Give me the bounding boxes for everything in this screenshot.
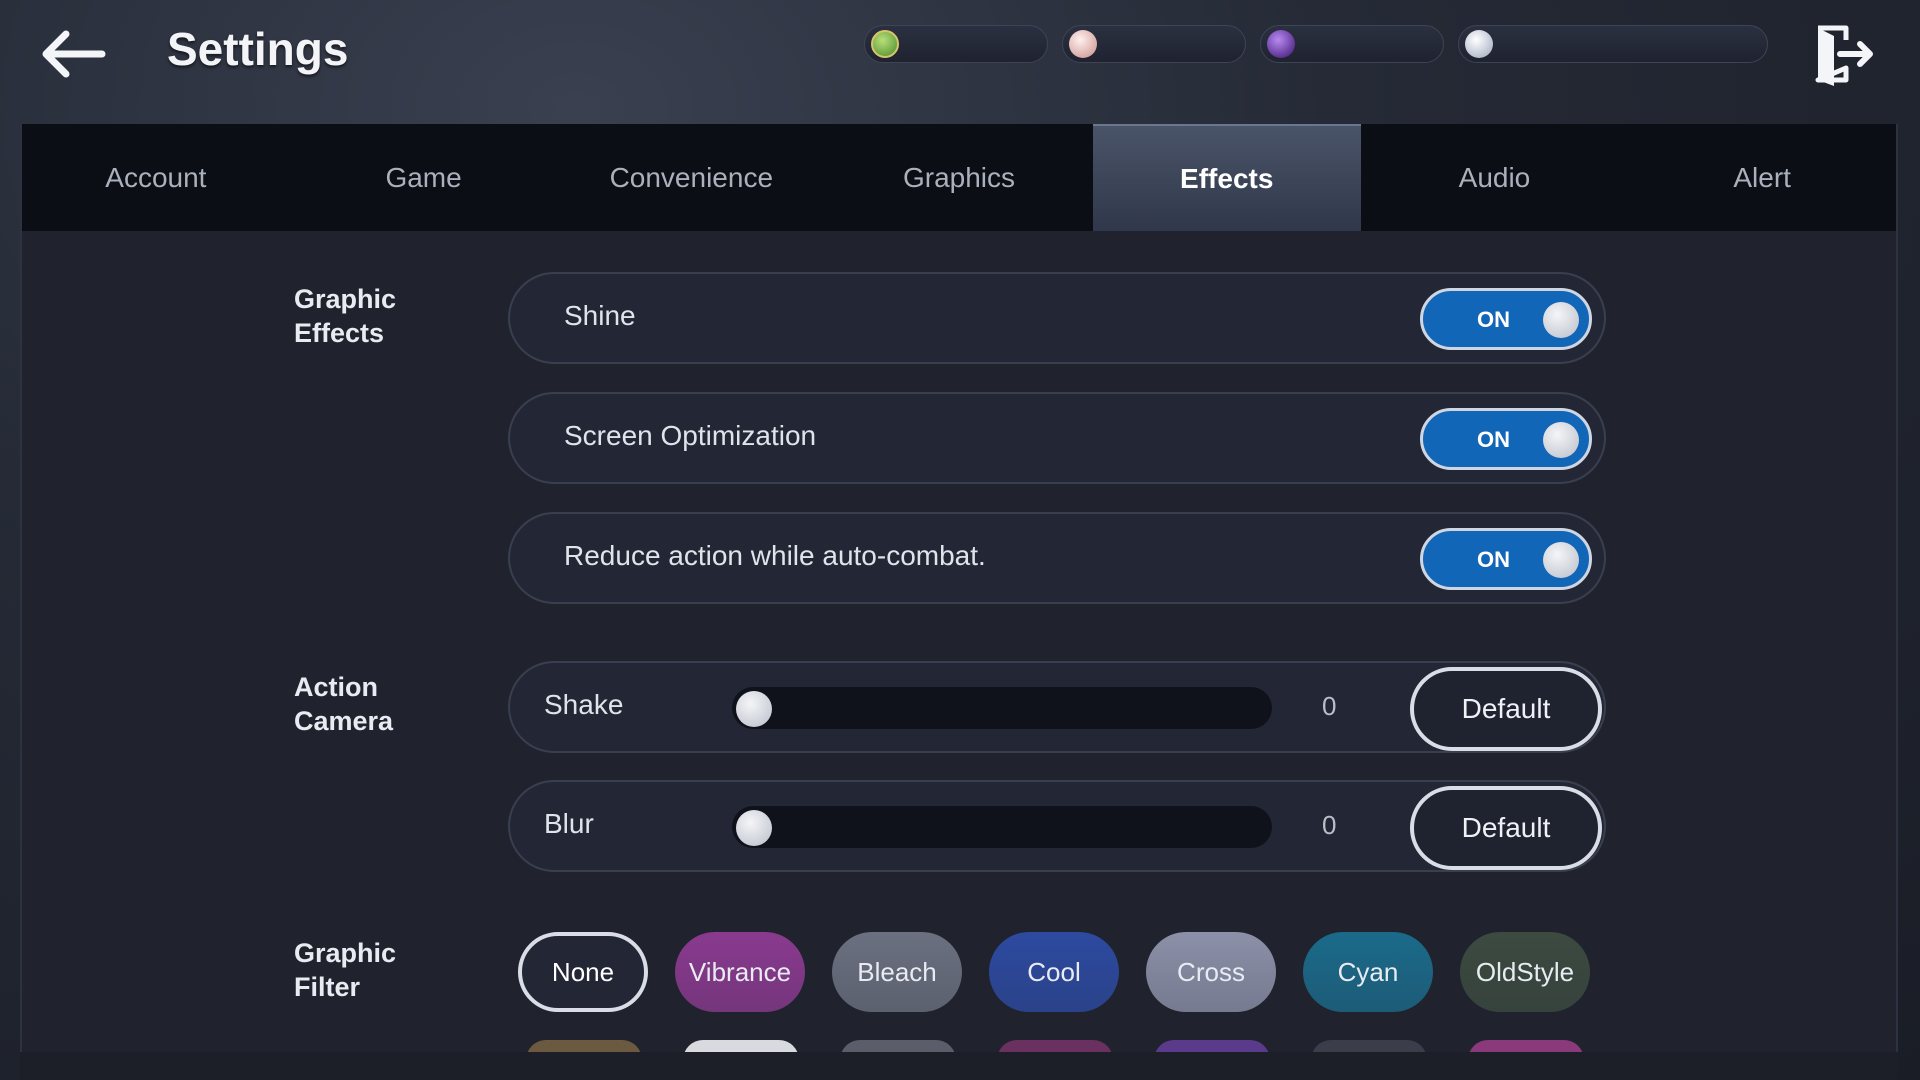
toggle-knob bbox=[1543, 302, 1579, 338]
panel-bottom-edge bbox=[20, 1052, 1898, 1080]
filter-none[interactable]: None bbox=[518, 932, 648, 1012]
filter-cyan[interactable]: Cyan bbox=[1303, 932, 1433, 1012]
slider-label: Shake bbox=[544, 689, 624, 720]
setting-screen-optimization: Screen Optimization ON bbox=[508, 392, 1606, 484]
slider-value: 0 bbox=[1322, 810, 1337, 840]
exit-button[interactable] bbox=[1812, 22, 1876, 88]
tab-account[interactable]: Account bbox=[22, 124, 290, 231]
tab-graphics[interactable]: Graphics bbox=[825, 124, 1093, 231]
filter-oldstyle[interactable]: OldStyle bbox=[1460, 932, 1590, 1012]
currency-gem[interactable] bbox=[864, 25, 1048, 63]
blur-slider[interactable] bbox=[732, 806, 1272, 848]
pink-pearl-icon bbox=[1069, 30, 1097, 58]
setting-label: Reduce action while auto-combat. bbox=[564, 540, 986, 571]
silver-coin-icon bbox=[1465, 30, 1493, 58]
purple-orb-icon bbox=[1267, 30, 1295, 58]
tab-game[interactable]: Game bbox=[290, 124, 558, 231]
toggle-knob bbox=[1543, 542, 1579, 578]
tab-effects[interactable]: Effects bbox=[1092, 124, 1361, 231]
section-graphic-effects: Graphic Effects bbox=[294, 284, 397, 348]
currency-orb[interactable] bbox=[1260, 25, 1444, 63]
slider-handle[interactable] bbox=[736, 691, 772, 727]
page-title: Settings bbox=[167, 23, 349, 75]
section-action-camera: Action Camera bbox=[294, 672, 394, 736]
toggle-state: ON bbox=[1477, 547, 1510, 572]
setting-blur: Blur 0 Default bbox=[508, 780, 1606, 872]
filter-cross[interactable]: Cross bbox=[1146, 932, 1276, 1012]
blur-default-button[interactable]: Default bbox=[1410, 786, 1602, 870]
top-bar: Settings bbox=[0, 0, 1920, 124]
setting-shake: Shake 0 Default bbox=[508, 661, 1606, 753]
currency-silver[interactable] bbox=[1458, 25, 1768, 63]
tab-audio[interactable]: Audio bbox=[1361, 124, 1629, 231]
setting-label: Shine bbox=[564, 300, 636, 331]
setting-label: Screen Optimization bbox=[564, 420, 817, 451]
setting-shine: Shine ON bbox=[508, 272, 1606, 364]
shine-toggle[interactable]: ON bbox=[1420, 288, 1592, 350]
slider-value: 0 bbox=[1322, 691, 1337, 721]
currency-pearl[interactable] bbox=[1062, 25, 1246, 63]
exit-door-icon bbox=[1815, 25, 1873, 86]
shake-default-button[interactable]: Default bbox=[1410, 667, 1602, 751]
toggle-knob bbox=[1543, 422, 1579, 458]
filter-bleach[interactable]: Bleach bbox=[832, 932, 962, 1012]
filter-vibrance[interactable]: Vibrance bbox=[675, 932, 805, 1012]
toggle-state: ON bbox=[1477, 307, 1510, 332]
slider-label: Blur bbox=[544, 808, 594, 839]
filter-cool[interactable]: Cool bbox=[989, 932, 1119, 1012]
reduce-action-toggle[interactable]: ON bbox=[1420, 528, 1592, 590]
section-graphic-filter: Graphic Filter bbox=[294, 938, 397, 1002]
screen-optimization-toggle[interactable]: ON bbox=[1420, 408, 1592, 470]
slider-handle[interactable] bbox=[736, 810, 772, 846]
tab-convenience[interactable]: Convenience bbox=[557, 124, 825, 231]
arrow-left-icon bbox=[42, 30, 106, 78]
green-gem-icon bbox=[871, 30, 899, 58]
tab-alert[interactable]: Alert bbox=[1628, 124, 1896, 231]
tab-bar: Account Game Convenience Graphics Effect… bbox=[22, 124, 1896, 231]
toggle-state: ON bbox=[1477, 427, 1510, 452]
back-button[interactable] bbox=[36, 24, 108, 84]
setting-reduce-action: Reduce action while auto-combat. ON bbox=[508, 512, 1606, 604]
shake-slider[interactable] bbox=[732, 687, 1272, 729]
